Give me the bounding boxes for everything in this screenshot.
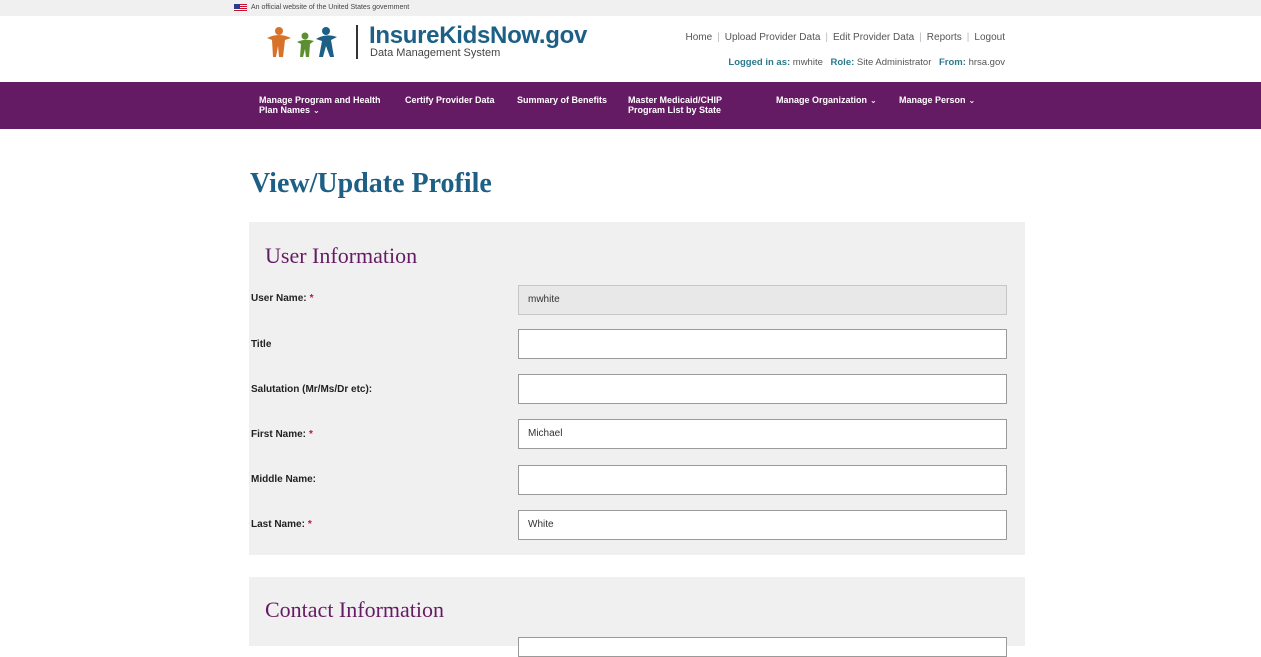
page-title: View/Update Profile bbox=[250, 168, 492, 199]
field-label-text: First Name: bbox=[251, 429, 307, 440]
title-label: Title bbox=[251, 339, 271, 351]
contact-information-panel: Contact Information bbox=[249, 577, 1025, 657]
first-name-field[interactable]: Michael bbox=[518, 419, 1007, 449]
login-info: Logged in as: mwhite Role: Site Administ… bbox=[728, 57, 1005, 69]
field-label-text: Title bbox=[251, 339, 272, 350]
logo-divider bbox=[356, 25, 358, 59]
link-separator: | bbox=[825, 32, 829, 43]
title-field[interactable] bbox=[518, 329, 1007, 359]
nav-item-label: Plan Names bbox=[259, 105, 311, 115]
logged-in-user: mwhite bbox=[792, 57, 823, 68]
logged-in-label: Logged in as: bbox=[728, 57, 791, 68]
nav-certify-provider-data[interactable]: Certify Provider Data bbox=[405, 95, 495, 105]
chevron-down-icon: ⌄ bbox=[313, 106, 320, 115]
chevron-down-icon: ⌄ bbox=[870, 96, 877, 105]
chevron-down-icon: ⌄ bbox=[968, 96, 976, 105]
nav-manage-person[interactable]: Manage Person ⌄ bbox=[899, 95, 975, 106]
user-name-label: User Name: * bbox=[251, 293, 314, 305]
gov-banner: An official website of the United States… bbox=[0, 0, 1261, 16]
nav-item-label: Manage Person bbox=[899, 95, 966, 105]
utility-links: Home | Upload Provider Data | Edit Provider … bbox=[686, 32, 1006, 44]
user-information-panel: User Information User Name: * mwhite Titl… bbox=[249, 222, 1025, 555]
first-name-label: First Name: * bbox=[251, 429, 313, 441]
nav-item-label: Certify Provider Data bbox=[405, 95, 495, 105]
required-asterisk: * bbox=[309, 293, 314, 304]
required-asterisk: * bbox=[309, 429, 313, 440]
nav-item-label: Program List by State bbox=[628, 105, 722, 115]
contact-information-heading: Contact Information bbox=[265, 597, 445, 622]
field-label-text: User Name: bbox=[251, 293, 307, 304]
salutation-label: Salutation (Mr/Ms/Dr etc): bbox=[251, 384, 372, 396]
people-family-icon bbox=[267, 27, 337, 57]
nav-master-medicaid-chip-program-list[interactable]: Master Medicaid/CHIP Program List by Sta… bbox=[628, 95, 722, 115]
home-link[interactable]: Home bbox=[686, 32, 713, 43]
from-value: hrsa.gov bbox=[968, 57, 1005, 68]
field-label-text: Salutation (Mr/Ms/Dr etc): bbox=[251, 384, 373, 395]
link-separator: | bbox=[919, 32, 922, 43]
reports-link[interactable]: Reports bbox=[927, 32, 962, 43]
logout-link[interactable]: Logout bbox=[974, 32, 1005, 43]
user-name-field: mwhite bbox=[518, 285, 1007, 315]
site-logo-name[interactable]: InsureKidsNow.gov bbox=[369, 23, 587, 49]
user-information-heading: User Information bbox=[265, 243, 418, 268]
middle-name-field[interactable] bbox=[518, 465, 1007, 495]
nav-manage-organization[interactable]: Manage Organization ⌄ bbox=[776, 95, 877, 106]
nav-item-label: Manage Organization bbox=[776, 95, 868, 105]
salutation-field[interactable] bbox=[518, 374, 1007, 404]
contact-first-field[interactable] bbox=[518, 637, 1007, 657]
role-label: Role: bbox=[830, 57, 855, 68]
edit-provider-data-link[interactable]: Edit Provider Data bbox=[833, 32, 914, 43]
nav-item-label: Summary of Benefits bbox=[517, 95, 608, 105]
middle-name-label: Middle Name: bbox=[251, 474, 316, 486]
field-label-text: Middle Name: bbox=[251, 474, 317, 485]
nav-summary-of-benefits[interactable]: Summary of Benefits bbox=[517, 95, 607, 105]
link-separator: | bbox=[966, 32, 970, 43]
nav-item-label: Master Medicaid/CHIP bbox=[628, 95, 723, 105]
site-logo-subtitle: Data Management System bbox=[370, 47, 501, 59]
nav-manage-program-health-plan-names[interactable]: Manage Program and Health Plan Names ⌄ bbox=[259, 95, 381, 116]
role-value: Site Administrator bbox=[856, 57, 932, 68]
upload-provider-data-link[interactable]: Upload Provider Data bbox=[725, 32, 821, 43]
required-asterisk: * bbox=[307, 519, 312, 530]
us-flag-icon bbox=[234, 4, 247, 12]
main-nav: Manage Program and Health Plan Names ⌄ Ce… bbox=[0, 82, 1261, 129]
last-name-label: Last Name: * bbox=[251, 519, 312, 531]
gov-banner-text: An official website of the United States… bbox=[251, 4, 410, 11]
from-label: From: bbox=[939, 57, 966, 68]
field-label-text: Last Name: bbox=[251, 519, 305, 530]
last-name-field[interactable]: White bbox=[518, 510, 1007, 540]
link-separator: | bbox=[717, 32, 720, 43]
nav-item-label: Manage Program and Health bbox=[259, 95, 381, 105]
